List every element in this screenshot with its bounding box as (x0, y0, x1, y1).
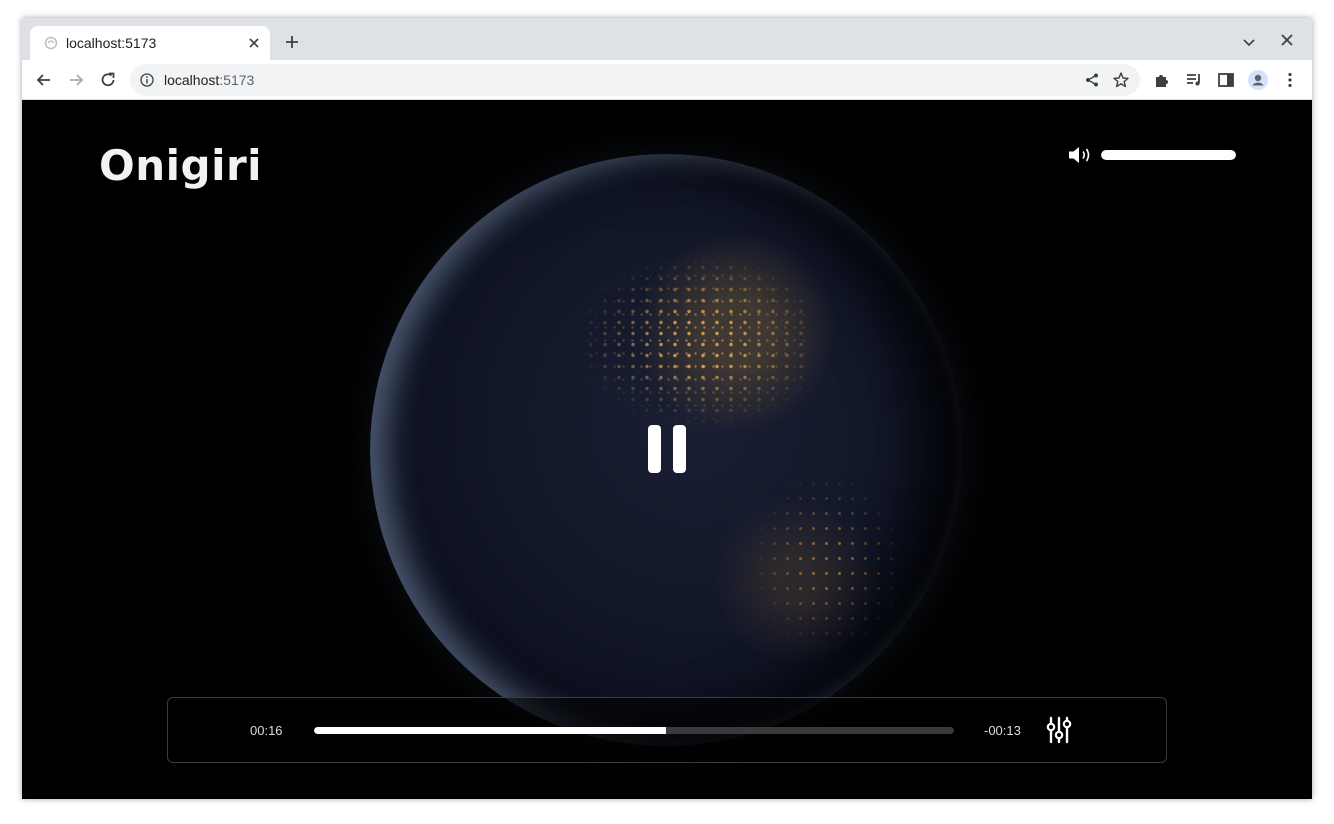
equalizer-sliders-icon[interactable] (1044, 715, 1074, 745)
new-tab-icon[interactable] (284, 34, 300, 50)
close-tab-icon[interactable] (246, 35, 262, 51)
profile-avatar-icon[interactable] (1248, 70, 1268, 90)
address-bar[interactable]: localhost:5173 (130, 64, 1140, 96)
chevron-down-icon[interactable] (1242, 35, 1256, 49)
media-queue-icon[interactable] (1184, 70, 1204, 90)
spinner-favicon-icon (44, 36, 58, 50)
pause-icon (648, 425, 686, 473)
time-remaining: -00:13 (984, 723, 1021, 738)
volume-level (1101, 150, 1236, 160)
url-host: localhost (164, 72, 220, 88)
app-title: Onigiri (99, 141, 263, 190)
time-elapsed: 00:16 (250, 723, 283, 738)
reload-icon[interactable] (98, 70, 118, 90)
seek-bar[interactable] (314, 727, 954, 734)
video-stage[interactable]: Onigiri 00:16 -00:13 (22, 101, 1312, 799)
back-icon[interactable] (34, 70, 54, 90)
more-menu-icon[interactable] (1280, 70, 1300, 90)
tab-strip: localhost:5173 (22, 18, 1312, 60)
extensions-puzzle-icon[interactable] (1152, 70, 1172, 90)
south-america-lights (742, 461, 912, 661)
url-text: localhost:5173 (164, 72, 254, 88)
seek-progress (314, 727, 666, 734)
tab-localhost[interactable]: localhost:5173 (30, 26, 270, 60)
browser-toolbar: localhost:5173 (22, 60, 1312, 100)
volume-slider[interactable] (1101, 150, 1236, 160)
forward-icon[interactable] (66, 70, 86, 90)
tab-title: localhost:5173 (66, 35, 157, 51)
info-icon[interactable] (140, 73, 154, 87)
close-window-icon[interactable] (1280, 33, 1294, 47)
side-panel-icon[interactable] (1216, 70, 1236, 90)
north-america-lights (570, 251, 810, 431)
bookmark-star-icon[interactable] (1112, 71, 1130, 89)
share-icon[interactable] (1084, 72, 1100, 88)
browser-window: localhost:5173 localhost:5173 Onigiri 00… (22, 18, 1312, 799)
playback-controls: 00:16 -00:13 (167, 697, 1167, 763)
pause-button[interactable] (642, 421, 692, 477)
speaker-icon[interactable] (1068, 145, 1092, 165)
url-port: :5173 (219, 72, 255, 88)
